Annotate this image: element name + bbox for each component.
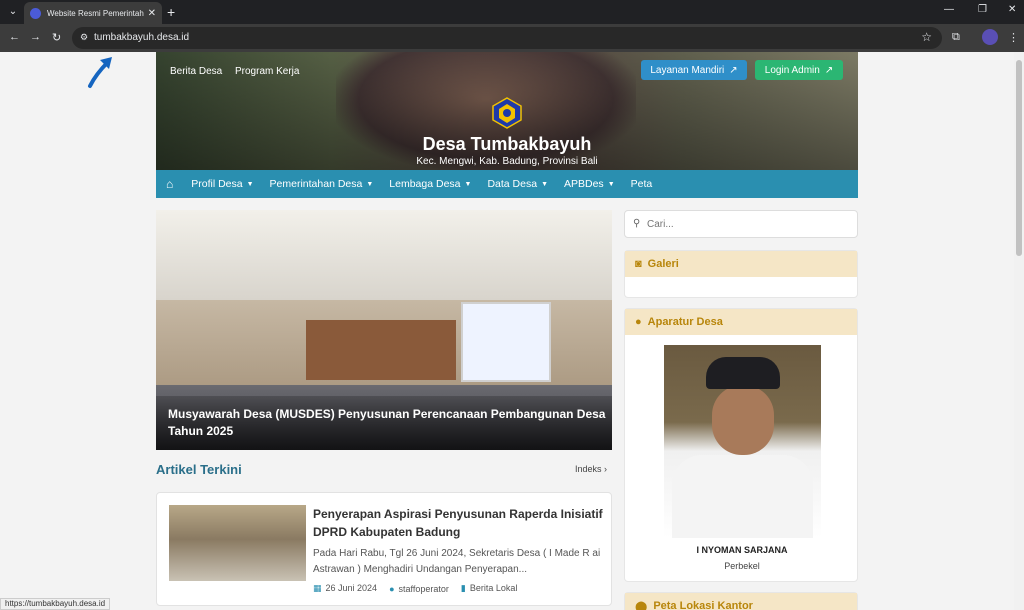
hero-photo-screen: [461, 302, 551, 382]
tab-close-icon[interactable]: ✕: [148, 8, 156, 19]
menu-kebab-icon[interactable]: ⋮: [1008, 31, 1019, 44]
external-link-icon: ↗: [824, 64, 834, 76]
site-subtitle: Kec. Mengwi, Kab. Badung, Provinsi Bali: [416, 156, 598, 167]
chevron-right-icon: ›: [604, 464, 608, 474]
article-date: 26 Juni 2024: [325, 583, 378, 593]
nav-peta[interactable]: Peta: [631, 178, 653, 190]
nav-label: Lembaga Desa: [389, 178, 461, 190]
nav-label: Pemerintahan Desa: [269, 178, 363, 190]
search-icon: ⚲: [633, 218, 641, 229]
article-card[interactable]: Penyerapan Aspirasi Penyusunan Raperda I…: [156, 492, 612, 606]
layanan-mandiri-label: Layanan Mandiri: [650, 64, 725, 76]
galeri-widget: ◙ Galeri: [624, 250, 858, 298]
new-tab-icon[interactable]: +: [167, 3, 175, 21]
map-marker-icon: ⬤: [635, 600, 648, 610]
nav-profil-desa[interactable]: Profil Desa ▼: [191, 178, 253, 190]
article-category[interactable]: Berita Lokal: [470, 583, 518, 593]
chevron-down-icon: ▼: [607, 180, 615, 188]
nav-data-desa[interactable]: Data Desa ▼: [487, 178, 548, 190]
indeks-label: Indeks: [575, 464, 602, 474]
login-admin-button[interactable]: Login Admin ↗: [755, 60, 843, 80]
address-bar[interactable]: ⚙ tumbakbayuh.desa.id ☆: [72, 27, 942, 49]
galeri-header: ◙ Galeri: [625, 251, 857, 277]
nav-label: Profil Desa: [191, 178, 243, 190]
home-icon[interactable]: ⌂: [166, 177, 173, 191]
user-icon: ●: [635, 316, 642, 328]
user-icon: ●: [389, 583, 395, 594]
back-icon[interactable]: ←: [9, 31, 20, 43]
chevron-down-icon: ▼: [366, 180, 374, 188]
browser-tab[interactable]: Website Resmi Pemerintah Desa ✕: [24, 2, 162, 24]
window-close-icon[interactable]: ✕: [1008, 4, 1016, 15]
restore-icon[interactable]: ❐: [978, 4, 987, 15]
peta-title: Peta Lokasi Kantor: [653, 600, 753, 610]
bookmark-star-icon[interactable]: ☆: [921, 30, 932, 44]
chevron-down-icon: ▼: [464, 180, 472, 188]
favicon-icon: [30, 7, 41, 19]
article-meta: ▦ 26 Juni 2024 ● staffoperator ▮ Berita Lok…: [313, 583, 603, 594]
hero-caption[interactable]: Musyawarah Desa (MUSDES) Penyusunan Pere…: [168, 406, 608, 440]
village-logo-icon: [492, 97, 522, 129]
search-box[interactable]: ⚲: [624, 210, 858, 238]
aparatur-title: Aparatur Desa: [647, 316, 723, 328]
nav-label: APBDes: [564, 178, 604, 190]
galeri-title: Galeri: [647, 258, 679, 270]
hero-photo-backdrop: [306, 320, 456, 380]
nav-label: Peta: [630, 178, 653, 190]
url-text: tumbakbayuh.desa.id: [94, 32, 190, 43]
forward-icon[interactable]: →: [30, 31, 41, 43]
artikel-section-title: Artikel Terkini: [156, 462, 242, 477]
main-navbar: ⌂ Profil Desa ▼ Pemerintahan Desa ▼ Lembag…: [156, 170, 858, 198]
indeks-link[interactable]: Indeks ›: [575, 464, 607, 474]
scrollbar-thumb[interactable]: [1016, 60, 1022, 256]
bookmark-icon: ▮: [460, 583, 466, 593]
nav-label: Data Desa: [487, 178, 538, 190]
top-link-program-kerja[interactable]: Program Kerja: [235, 66, 299, 77]
top-link-berita-desa[interactable]: Berita Desa: [170, 66, 222, 77]
article-title[interactable]: Penyerapan Aspirasi Penyusunan Raperda I…: [313, 505, 603, 541]
browser-toolbar: ← → ↻ ⚙ tumbakbayuh.desa.id ☆ ⧉ ⋮: [0, 24, 1024, 52]
external-link-icon: ↗: [729, 64, 738, 76]
article-excerpt: Pada Hari Rabu, Tgl 26 Juni 2024, Sekret…: [313, 548, 601, 575]
layanan-mandiri-button[interactable]: Layanan Mandiri ↗: [641, 60, 747, 80]
aparatur-name: I NYOMAN SARJANA: [696, 545, 788, 555]
camera-icon: ◙: [635, 258, 642, 270]
nav-apbdes[interactable]: APBDes ▼: [564, 178, 615, 190]
aparatur-header: ● Aparatur Desa: [625, 309, 857, 335]
peta-widget: ⬤ Peta Lokasi Kantor: [624, 592, 858, 610]
aparatur-photo[interactable]: [664, 345, 821, 538]
nav-lembaga-desa[interactable]: Lembaga Desa ▼: [389, 178, 471, 190]
profile-avatar-icon[interactable]: [982, 29, 998, 45]
search-input[interactable]: [647, 215, 847, 233]
chevron-down-icon: ▼: [541, 180, 548, 188]
hero-slider[interactable]: Musyawarah Desa (MUSDES) Penyusunan Pere…: [156, 210, 612, 450]
login-admin-label: Login Admin: [764, 64, 820, 76]
article-author[interactable]: staffoperator: [399, 584, 449, 594]
site-title: Desa Tumbakbayuh: [422, 134, 592, 154]
article-thumbnail[interactable]: [169, 505, 306, 581]
aparatur-role: Perbekel: [724, 561, 760, 571]
site-header: Berita Desa Program Kerja Layanan Mandir…: [156, 52, 858, 170]
aparatur-widget: ● Aparatur Desa I NYOMAN SARJANA Perbeke…: [624, 308, 858, 582]
page-content: Berita Desa Program Kerja Layanan Mandir…: [0, 52, 1014, 610]
site-info-icon[interactable]: ⚙: [80, 32, 88, 43]
page-scrollbar[interactable]: [1014, 52, 1024, 610]
extensions-icon[interactable]: ⧉: [952, 31, 960, 44]
tab-search-icon[interactable]: ⌄: [4, 3, 22, 21]
chevron-down-icon: ▼: [246, 180, 254, 188]
reload-icon[interactable]: ↻: [52, 31, 61, 44]
minimize-icon[interactable]: —: [944, 4, 954, 15]
status-bar: https://tumbakbayuh.desa.id: [0, 598, 111, 610]
calendar-icon: ▦: [313, 583, 322, 593]
annotation-arrow-icon: [88, 57, 112, 88]
tab-title: Website Resmi Pemerintah Desa: [47, 8, 144, 18]
browser-tabbar: ⌄ Website Resmi Pemerintah Desa ✕ + — ❐ …: [0, 0, 1024, 24]
nav-pemerintahan-desa[interactable]: Pemerintahan Desa ▼: [270, 178, 374, 190]
peta-header: ⬤ Peta Lokasi Kantor: [625, 593, 857, 610]
